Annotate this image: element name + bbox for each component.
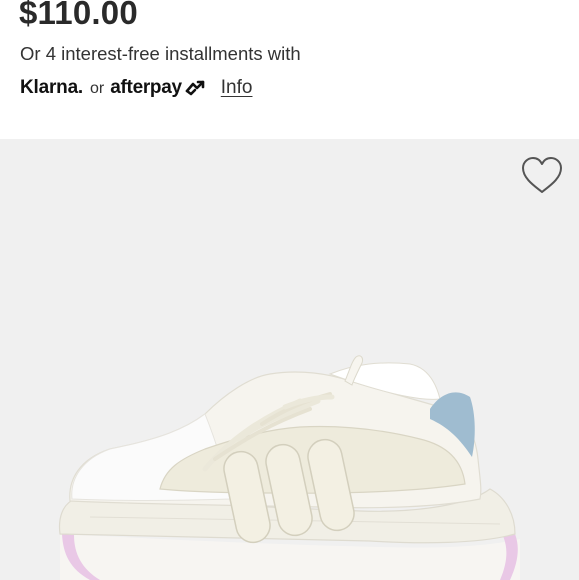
wishlist-button[interactable] (519, 152, 565, 198)
afterpay-wordmark: afterpay (110, 77, 182, 98)
heart-outline-icon (522, 157, 562, 193)
payment-options: Klarna. or afterpay Info (20, 74, 252, 102)
afterpay-logo: afterpay (110, 77, 207, 99)
payment-info-link[interactable]: Info (221, 77, 253, 99)
afterpay-arrows-icon (185, 80, 205, 96)
klarna-logo: Klarna. (20, 77, 84, 98)
product-price: $110.00 (19, 0, 138, 31)
payment-separator: or (90, 80, 105, 97)
installments-text: Or 4 interest-free installments with (20, 43, 301, 64)
product-image[interactable] (0, 139, 579, 580)
sneaker-image (58, 355, 520, 580)
